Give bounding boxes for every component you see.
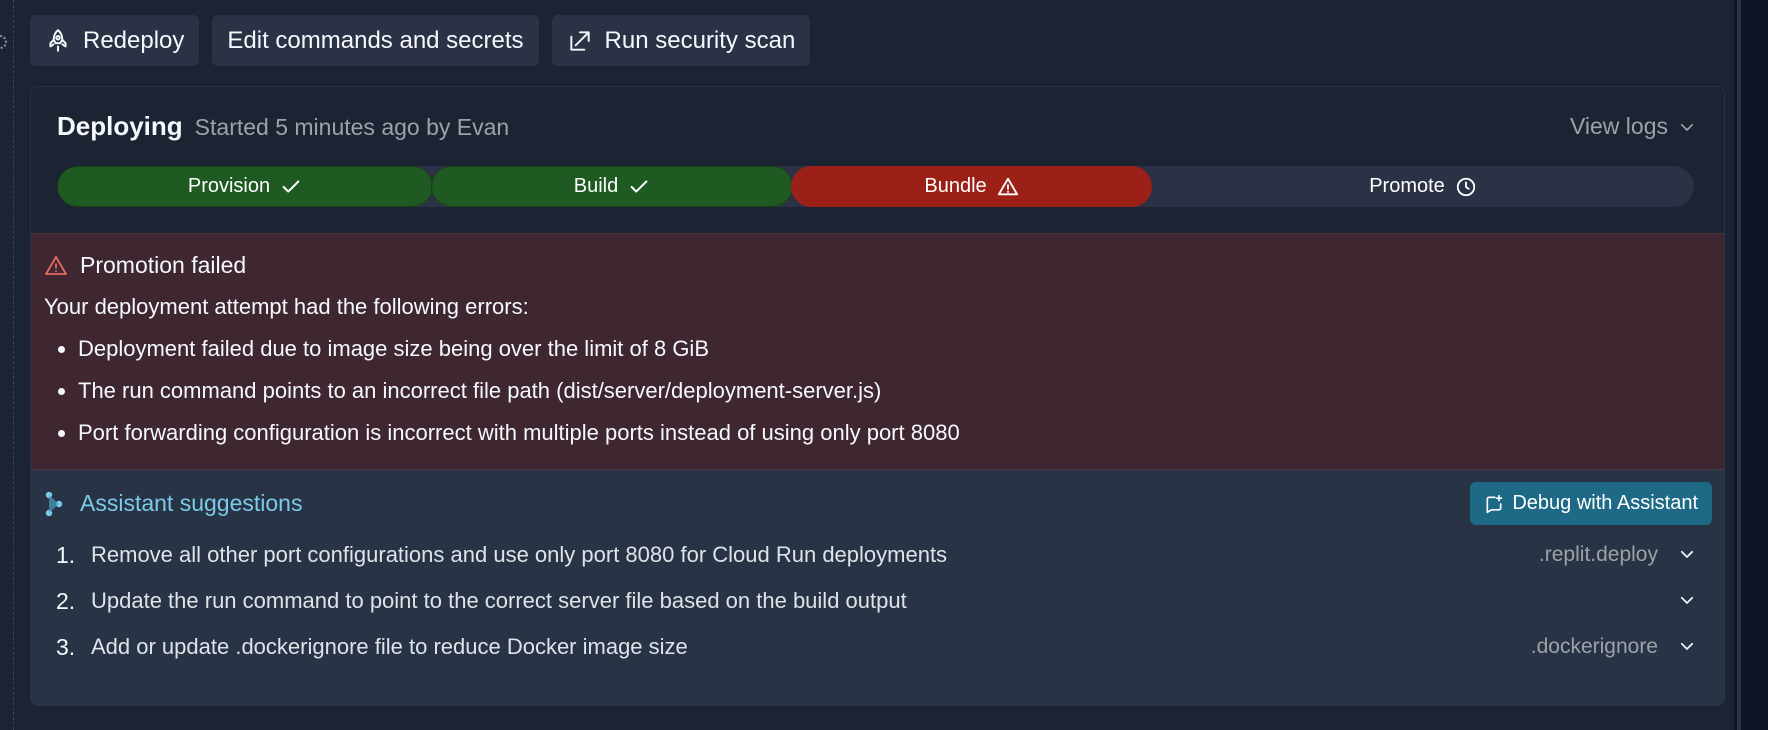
left-rail [0,0,14,730]
stage-provision-label: Provision [187,175,271,197]
warning-icon [45,255,67,275]
stage-bundle: Bundle [791,166,1152,207]
stage-build: Build [431,166,793,207]
chevron-down-icon[interactable] [1678,591,1696,609]
suggestion-item[interactable]: 1. Remove all other port configurations … [31,532,1724,578]
error-intro: Your deployment attempt had the followin… [44,294,529,319]
bullet [58,388,65,395]
assistant-suggestions-panel: Assistant suggestions Debug with Assista… [31,470,1724,705]
external-scan-icon [569,30,590,51]
view-logs-button[interactable]: View logs [1570,113,1696,140]
deployment-pipeline: Provision Build Bundle Promote [57,166,1694,207]
deployment-page: Redeploy Edit commands and secrets Run s… [0,0,1768,730]
rocket-icon [49,28,67,52]
debug-with-assistant-button[interactable]: Debug with Assistant [1470,482,1712,525]
error-title: Promotion failed [80,252,247,278]
chat-plus-icon [1486,494,1503,513]
redeploy-button[interactable]: Redeploy [30,15,200,66]
error-item: Port forwarding configuration is incorre… [44,420,960,462]
suggestion-text: Add or update .dockerignore file to redu… [91,634,688,659]
stage-promote-label: Promote [1369,175,1445,197]
stage-provision: Provision [57,166,433,207]
redeploy-label: Redeploy [83,26,185,54]
chevron-down-icon[interactable] [1678,545,1696,563]
suggestion-item[interactable]: 3. Add or update .dockerignore file to r… [31,624,1724,670]
status-title: Deploying [57,111,183,141]
suggestion-text: Remove all other port configurations and… [91,542,948,567]
deployment-header: Deploying Started 5 minutes ago by Evan … [31,87,1724,233]
edit-commands-button[interactable]: Edit commands and secrets [212,15,539,66]
chevron-down-icon[interactable] [1678,637,1696,655]
suggestion-number: 1. [56,542,76,568]
run-security-scan-label: Run security scan [604,26,796,54]
edit-commands-label: Edit commands and secrets [227,26,524,54]
bullet [58,346,65,353]
stage-promote: Promote [1152,166,1694,207]
error-item-text: Deployment failed due to image size bein… [78,336,709,361]
bullet [58,430,65,437]
chevron-down-icon [1680,123,1694,131]
error-title-row: Promotion failed [44,252,246,279]
error-item: Deployment failed due to image size bein… [44,336,960,378]
assistant-header: Assistant suggestions [44,490,302,517]
status-row: Deploying Started 5 minutes ago by Evan [57,111,509,142]
status-subtitle: Started 5 minutes ago by Evan [194,114,510,140]
error-item: The run command points to an incorrect f… [44,378,960,420]
suggestion-file: .dockerignore [1530,635,1658,658]
scrollbar[interactable] [1734,0,1768,730]
suggestion-number: 2. [56,588,76,614]
suggestion-number: 3. [56,634,76,660]
error-panel: Promotion failed Your deployment attempt… [31,233,1724,470]
error-item-text: The run command points to an incorrect f… [78,378,882,403]
view-logs-label: View logs [1569,113,1668,139]
assistant-icon [45,491,63,516]
run-security-scan-button[interactable]: Run security scan [551,15,811,66]
scrollbar-track[interactable] [1737,0,1741,730]
suggestion-item[interactable]: 2. Update the run command to point to th… [31,578,1724,624]
stage-build-label: Build [573,175,619,197]
warning-icon [997,177,1018,195]
timeline-dot-icon [0,35,7,49]
clock-icon [1456,177,1475,196]
debug-label: Debug with Assistant [1512,492,1698,514]
assistant-title: Assistant suggestions [80,490,303,516]
check-icon [630,179,648,193]
deployment-toolbar: Redeploy Edit commands and secrets Run s… [30,15,811,66]
stage-bundle-label: Bundle [924,175,987,197]
suggestion-file: .replit.deploy [1538,543,1658,566]
error-list: Deployment failed due to image size bein… [44,336,960,462]
deployment-card: Deploying Started 5 minutes ago by Evan … [30,86,1725,706]
check-icon [282,179,300,193]
error-item-text: Port forwarding configuration is incorre… [78,420,960,445]
suggestion-text: Update the run command to point to the c… [91,588,907,613]
